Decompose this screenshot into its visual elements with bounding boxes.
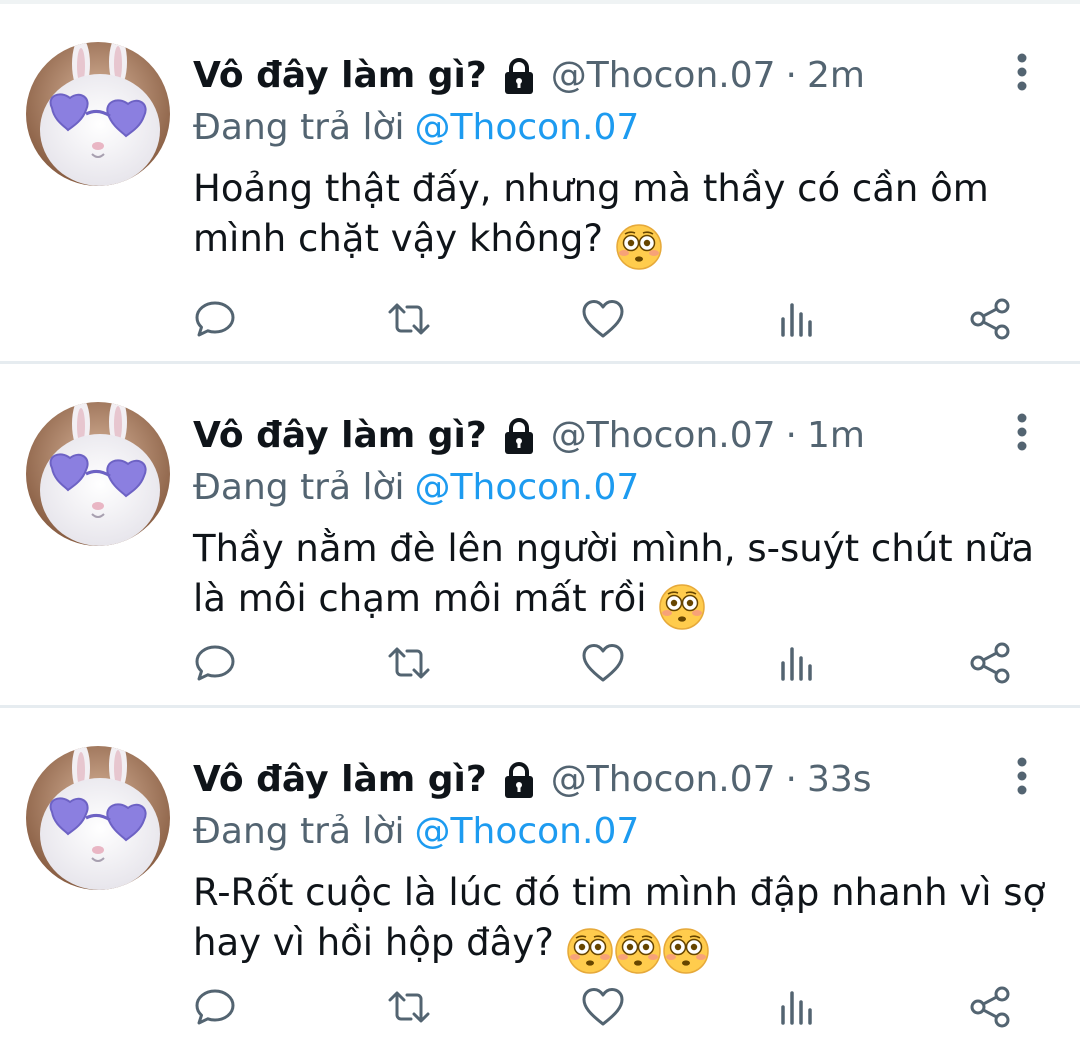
tweet-header: Vô đây làm gì? @Thocon.07 · 2m — [193, 48, 865, 104]
tweet-text: Hoảng thật đấy, nhưng mà thầy có cần ôm … — [193, 164, 1053, 271]
retweet-button[interactable] — [384, 982, 434, 1032]
reply-icon — [195, 301, 235, 337]
reply-to-handle-link[interactable]: @Thocon.07 — [415, 107, 640, 148]
views-icon — [781, 303, 812, 337]
share-icon — [970, 986, 1010, 1028]
reply-to-handle-link[interactable]: @Thocon.07 — [415, 811, 640, 852]
share-button[interactable] — [966, 294, 1016, 344]
tweet-1[interactable]: Vô đây làm gì? @Thocon.07 · 2m Đang trả … — [0, 4, 1080, 364]
display-name[interactable]: Vô đây làm gì? — [193, 752, 487, 808]
emoji-group — [615, 220, 663, 271]
separator-dot: · — [785, 415, 797, 456]
share-button[interactable] — [966, 638, 1016, 688]
heart-icon — [582, 300, 624, 338]
reply-button[interactable] — [190, 638, 240, 688]
tweet-3[interactable]: Vô đây làm gì? @Thocon.07 · 33s Đang trả… — [0, 708, 1080, 1041]
more-vertical-icon[interactable] — [1004, 412, 1040, 452]
action-bar — [0, 294, 1080, 344]
more-vertical-icon[interactable] — [1004, 756, 1040, 796]
flushed-face-emoji — [614, 927, 662, 975]
timestamp[interactable]: 1m — [807, 408, 865, 464]
tweet-text: Thầy nằm đè lên người mình, s-suýt chút … — [193, 524, 1053, 631]
tweet-body: Hoảng thật đấy, nhưng mà thầy có cần ôm … — [193, 167, 989, 260]
lock-icon — [499, 416, 539, 456]
retweet-icon — [388, 991, 430, 1023]
views-icon — [781, 991, 812, 1025]
lock-icon — [499, 760, 539, 800]
replying-to: Đang trả lời @Thocon.07 — [193, 100, 639, 156]
timestamp[interactable]: 33s — [807, 752, 872, 808]
flushed-face-emoji — [615, 223, 663, 271]
share-icon — [970, 642, 1010, 684]
separator-dot: · — [785, 55, 797, 96]
replying-to: Đang trả lời @Thocon.07 — [193, 460, 639, 516]
retweet-button[interactable] — [384, 294, 434, 344]
views-button[interactable] — [772, 982, 822, 1032]
reply-button[interactable] — [190, 982, 240, 1032]
emoji-group — [566, 924, 710, 975]
heart-icon — [582, 644, 624, 682]
replying-to: Đang trả lời @Thocon.07 — [193, 804, 639, 860]
reply-icon — [195, 645, 235, 681]
action-bar — [0, 638, 1080, 688]
views-button[interactable] — [772, 294, 822, 344]
emoji-group — [658, 580, 706, 631]
views-button[interactable] — [772, 638, 822, 688]
tweet-text: R-Rốt cuộc là lúc đó tim mình đập nhanh … — [193, 868, 1053, 975]
like-button[interactable] — [578, 982, 628, 1032]
display-name[interactable]: Vô đây làm gì? — [193, 408, 487, 464]
views-icon — [781, 647, 812, 681]
flushed-face-emoji — [566, 927, 614, 975]
flushed-face-emoji — [658, 583, 706, 631]
timestamp[interactable]: 2m — [807, 48, 865, 104]
tweet-header: Vô đây làm gì? @Thocon.07 · 1m — [193, 408, 865, 464]
display-name[interactable]: Vô đây làm gì? — [193, 48, 487, 104]
like-button[interactable] — [578, 294, 628, 344]
avatar[interactable] — [26, 42, 170, 186]
avatar[interactable] — [26, 402, 170, 546]
more-vertical-icon[interactable] — [1004, 52, 1040, 92]
retweet-icon — [388, 647, 430, 679]
flushed-face-emoji — [662, 927, 710, 975]
share-icon — [970, 298, 1010, 340]
lock-icon — [499, 56, 539, 96]
user-handle[interactable]: @Thocon.07 — [551, 408, 776, 464]
separator-dot: · — [785, 759, 797, 800]
share-button[interactable] — [966, 982, 1016, 1032]
like-button[interactable] — [578, 638, 628, 688]
tweet-header: Vô đây làm gì? @Thocon.07 · 33s — [193, 752, 872, 808]
tweet-2[interactable]: Vô đây làm gì? @Thocon.07 · 1m Đang trả … — [0, 364, 1080, 708]
user-handle[interactable]: @Thocon.07 — [551, 752, 776, 808]
replying-to-label: Đang trả lời — [193, 107, 405, 148]
replying-to-label: Đang trả lời — [193, 811, 405, 852]
reply-button[interactable] — [190, 294, 240, 344]
tweet-body: Thầy nằm đè lên người mình, s-suýt chút … — [193, 527, 1034, 620]
retweet-icon — [388, 303, 430, 335]
avatar[interactable] — [26, 746, 170, 890]
heart-icon — [582, 988, 624, 1026]
reply-icon — [195, 989, 235, 1025]
reply-to-handle-link[interactable]: @Thocon.07 — [415, 467, 640, 508]
user-handle[interactable]: @Thocon.07 — [551, 48, 776, 104]
replying-to-label: Đang trả lời — [193, 467, 405, 508]
retweet-button[interactable] — [384, 638, 434, 688]
action-bar — [0, 982, 1080, 1032]
